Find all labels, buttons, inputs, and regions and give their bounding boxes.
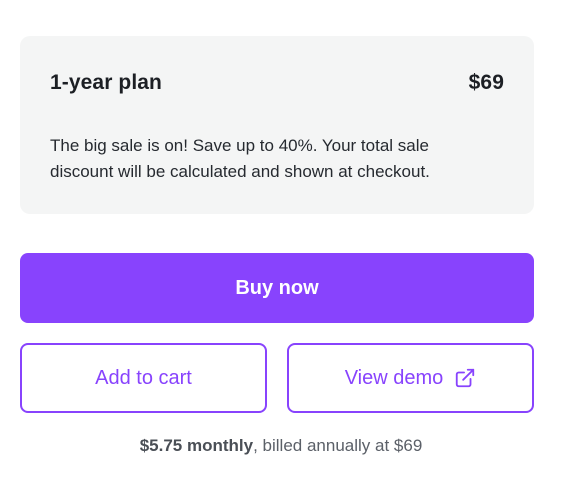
view-demo-label: View demo <box>344 366 444 389</box>
plan-price: $69 <box>468 71 504 94</box>
billing-note: $5.75 monthly, billed annually at $69 <box>0 436 562 456</box>
buy-now-button[interactable]: Buy now <box>20 253 534 323</box>
plan-card: 1-year plan $69 The big sale is on! Save… <box>20 36 534 214</box>
monthly-price: $5.75 monthly <box>139 436 254 455</box>
plan-name: 1-year plan <box>50 71 162 94</box>
add-to-cart-label: Add to cart <box>95 366 192 389</box>
plan-header: 1-year plan $69 <box>50 69 504 97</box>
buy-now-label: Buy now <box>235 276 319 299</box>
annual-billing-text: , billed annually at $69 <box>253 436 423 455</box>
view-demo-button[interactable]: View demo <box>287 343 534 413</box>
plan-description: The big sale is on! Save up to 40%. Your… <box>50 136 430 181</box>
add-to-cart-button[interactable]: Add to cart <box>20 343 267 413</box>
external-link-icon <box>454 367 476 389</box>
